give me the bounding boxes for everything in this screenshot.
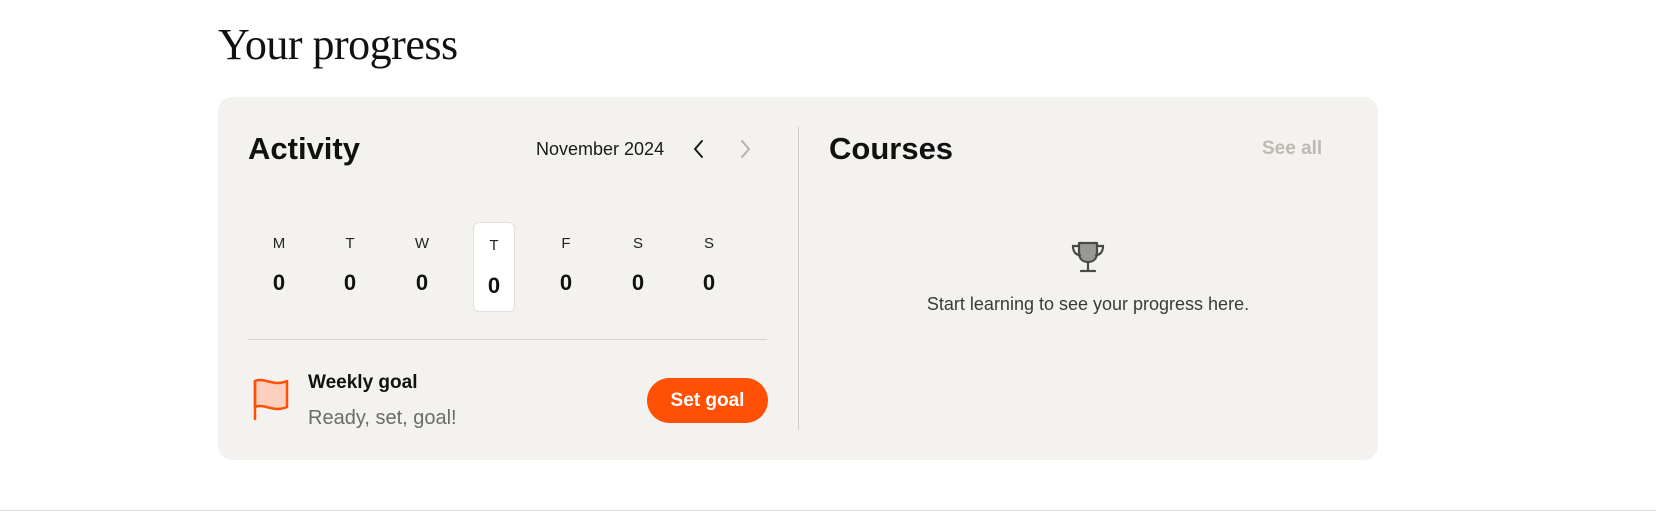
weekly-goal-subtitle: Ready, set, goal! (308, 407, 457, 429)
courses-empty-message: Start learning to see your progress here… (926, 294, 1250, 314)
day-letter: M (272, 235, 286, 252)
day-count: 0 (559, 270, 573, 295)
courses-title: Courses (829, 131, 954, 166)
day-wednesday: W 0 (401, 222, 443, 312)
day-count: 0 (343, 270, 357, 295)
day-count: 0 (631, 270, 645, 295)
next-month-button[interactable] (731, 135, 759, 163)
day-thursday-today: T 0 (473, 222, 515, 312)
day-letter: T (489, 237, 499, 254)
previous-month-button[interactable] (685, 135, 713, 163)
trophy-icon (1071, 241, 1105, 273)
activity-divider (248, 339, 767, 340)
day-monday: M 0 (258, 222, 300, 312)
day-saturday: S 0 (617, 222, 659, 312)
day-count: 0 (272, 270, 286, 295)
page-title: Your progress (218, 20, 458, 69)
see-all-link[interactable]: See all (1262, 137, 1322, 161)
activity-title: Activity (248, 131, 360, 166)
section-divider (798, 127, 799, 430)
weekly-goal-title: Weekly goal (308, 372, 418, 393)
set-goal-button[interactable]: Set goal (647, 378, 768, 423)
bottom-divider (0, 510, 1656, 511)
day-letter: T (345, 235, 355, 252)
chevron-left-icon (694, 140, 703, 158)
month-label: November 2024 (536, 139, 665, 159)
week-activity-row: M 0 T 0 W 0 T 0 F 0 S 0 S 0 (258, 222, 758, 312)
day-letter: F (561, 235, 571, 252)
day-sunday: S 0 (688, 222, 730, 312)
progress-card: Activity November 2024 M 0 T 0 W 0 T 0 F (218, 97, 1378, 460)
day-letter: S (703, 235, 714, 252)
day-tuesday: T 0 (329, 222, 371, 312)
day-friday: F 0 (545, 222, 587, 312)
day-count: 0 (487, 273, 501, 298)
flag-icon (253, 378, 289, 421)
day-count: 0 (415, 270, 429, 295)
day-letter: S (632, 235, 643, 252)
chevron-right-icon (741, 140, 750, 158)
day-letter: W (414, 235, 430, 252)
day-count: 0 (702, 270, 716, 295)
